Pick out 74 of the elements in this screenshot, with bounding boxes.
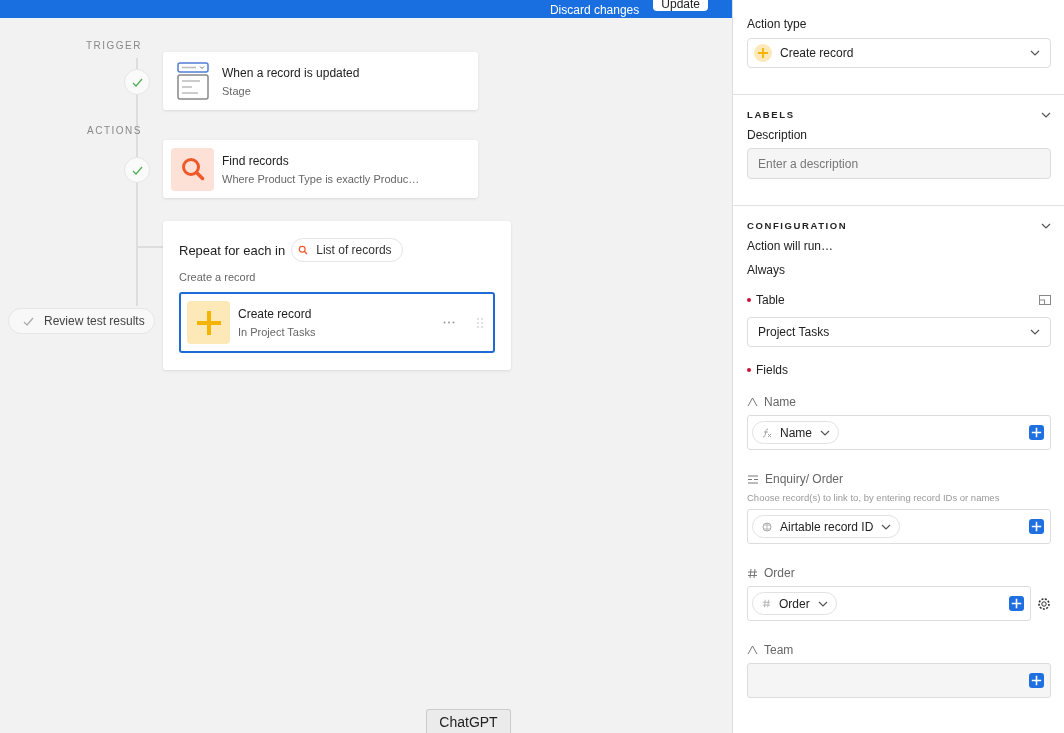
field-hint: Choose record(s) to link to, by entering record IDs or names xyxy=(747,492,1001,503)
window-icon[interactable] xyxy=(1039,295,1051,305)
field-input[interactable] xyxy=(747,663,1051,698)
field-label: Description xyxy=(747,128,809,142)
field-label: Fields xyxy=(747,363,1051,377)
run-condition: Always xyxy=(747,263,786,277)
step-subtitle: Where Product Type is exactly Produc… xyxy=(222,172,420,185)
field-label: Action will run… xyxy=(747,239,835,253)
check-icon xyxy=(23,316,34,326)
plus-circle-icon xyxy=(754,44,772,62)
action-type-select[interactable]: Create record xyxy=(747,38,1051,68)
step-title: Create record xyxy=(238,307,313,321)
hash-icon xyxy=(762,599,771,608)
chevron-down-icon xyxy=(817,600,828,607)
hash-icon xyxy=(747,567,758,579)
plus-icon xyxy=(194,308,223,337)
plus-icon xyxy=(1031,427,1042,438)
chevron-down-icon xyxy=(1030,50,1040,56)
actions-heading: ACTIONS xyxy=(87,125,142,136)
plus-icon xyxy=(1031,521,1042,532)
add-button[interactable] xyxy=(1029,519,1044,534)
chevron-down-icon xyxy=(1041,111,1051,118)
create-record-card[interactable]: Create record In Project Tasks xyxy=(179,292,495,353)
settings-icon[interactable] xyxy=(1037,596,1051,611)
globe-icon xyxy=(762,521,772,532)
add-button[interactable] xyxy=(1029,673,1044,688)
trigger-heading: TRIGGER xyxy=(85,40,142,51)
field-label: Enquiry/ Order xyxy=(747,472,1051,486)
text-field-icon xyxy=(747,397,758,407)
review-test-results-button[interactable]: Review test results xyxy=(8,308,155,334)
lines-icon xyxy=(747,474,759,484)
add-button[interactable] xyxy=(1029,425,1044,440)
field-label: Team xyxy=(747,643,1051,657)
plus-icon xyxy=(1011,598,1022,609)
field-label: Order xyxy=(747,566,1051,580)
field-token[interactable]: Airtable record ID xyxy=(752,515,901,538)
step-title: When a record is updated xyxy=(222,65,360,80)
plus-icon xyxy=(1031,675,1042,686)
form-icon xyxy=(176,62,209,100)
section-heading: CONFIGURATION xyxy=(747,220,848,231)
drag-handle-icon[interactable] xyxy=(477,317,483,328)
chevron-down-icon xyxy=(820,429,830,436)
field-label: Table xyxy=(747,293,785,307)
repeat-caption: Create a record xyxy=(179,271,257,283)
field-label: Name xyxy=(747,395,1051,409)
step-subtitle: In Project Tasks xyxy=(238,326,317,338)
section-heading: LABELS xyxy=(747,109,795,120)
field-token[interactable]: Name xyxy=(752,421,839,444)
field-label: Action type xyxy=(747,17,808,31)
add-button[interactable] xyxy=(1009,596,1024,611)
trigger-card[interactable]: When a record is updated Stage xyxy=(163,52,478,110)
field-input[interactable]: Order xyxy=(747,586,1031,621)
description-field[interactable]: Enter a description xyxy=(747,148,1051,179)
text-field-icon xyxy=(747,645,758,655)
field-input[interactable]: Name xyxy=(747,415,1051,450)
step-title: Find records xyxy=(222,153,290,168)
chevron-down-icon xyxy=(881,523,892,530)
check-icon xyxy=(131,165,143,175)
check-icon xyxy=(131,77,143,87)
field-token[interactable]: Order xyxy=(752,592,837,615)
update-button[interactable]: Update xyxy=(653,0,708,11)
chatgpt-tab[interactable]: ChatGPT xyxy=(426,709,511,733)
chevron-down-icon xyxy=(1041,222,1051,229)
repeat-label: Repeat for each in xyxy=(179,242,286,258)
chevron-down-icon xyxy=(1030,329,1040,335)
table-select[interactable]: Project Tasks xyxy=(747,317,1051,347)
search-icon xyxy=(298,245,309,255)
step-subtitle: Stage xyxy=(222,84,252,97)
more-icon[interactable] xyxy=(443,321,455,324)
search-icon xyxy=(179,156,206,182)
action-card[interactable]: Find records Where Product Type is exactly Produc… xyxy=(163,140,478,198)
discard-changes-link[interactable]: Discard changes xyxy=(549,3,640,17)
field-input[interactable]: Airtable record ID xyxy=(747,509,1051,544)
formula-icon xyxy=(762,427,772,438)
